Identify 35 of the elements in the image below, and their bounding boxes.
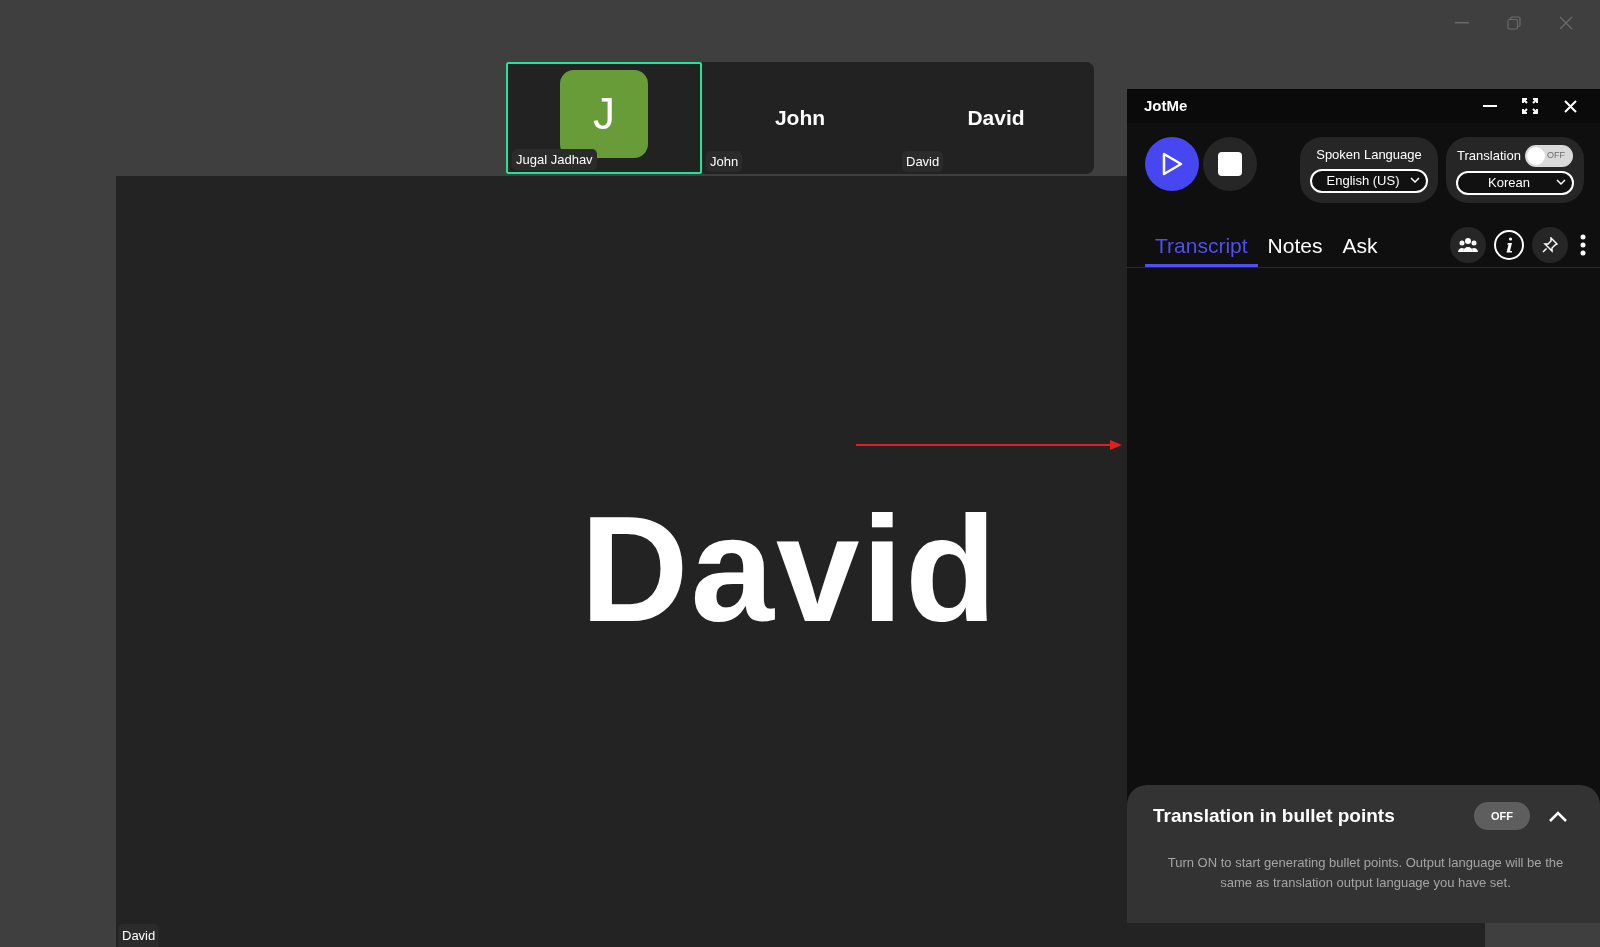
- name-label: John: [706, 150, 743, 172]
- participant-name: David: [580, 484, 999, 655]
- language-dropdown[interactable]: English (US): [1310, 168, 1428, 193]
- stop-icon: [1218, 152, 1242, 176]
- description-text: Turn ON to start generating bullet points. Output language will be the same as translation output language you have set.: [1166, 854, 1565, 892]
- field-label: Spoken Language: [1316, 146, 1422, 164]
- participant-name: David: [967, 105, 1025, 132]
- participant-tile[interactable]: David David: [898, 62, 1094, 174]
- name-label: David: [118, 923, 160, 947]
- participant-name: John: [774, 105, 826, 132]
- close-icon: [1559, 16, 1573, 30]
- tab[interactable]: Ask: [1332, 227, 1388, 267]
- chevron-up-icon: [1549, 810, 1567, 822]
- card-title: Translation in bullet points: [1153, 803, 1395, 828]
- minimize-icon: [1455, 22, 1469, 24]
- expand-icon: [1522, 98, 1538, 114]
- bullet-points-toggle[interactable]: OFF: [1474, 802, 1530, 830]
- chevron-icon: [1410, 176, 1420, 184]
- close-icon: [1563, 99, 1577, 113]
- panel-title: JotMe: [1144, 95, 1188, 116]
- translation-toggle[interactable]: OFF: [1524, 145, 1573, 167]
- name-label: David: [902, 150, 944, 172]
- restore-icon: [1507, 16, 1521, 30]
- play-icon: [1161, 152, 1183, 176]
- field-label: Translation: [1457, 147, 1521, 166]
- participants-icon[interactable]: [1450, 227, 1486, 263]
- play-button[interactable]: [1145, 137, 1199, 191]
- pin-icon[interactable]: [1532, 227, 1568, 263]
- language-dropdown[interactable]: Korean: [1456, 171, 1574, 195]
- minimize-icon: [1483, 105, 1497, 107]
- tab[interactable]: Notes: [1257, 227, 1333, 267]
- participant-tile[interactable]: John John: [702, 62, 898, 174]
- stop-button[interactable]: [1203, 137, 1257, 191]
- info-icon[interactable]: [1494, 230, 1524, 260]
- chevron-icon: [1556, 179, 1566, 186]
